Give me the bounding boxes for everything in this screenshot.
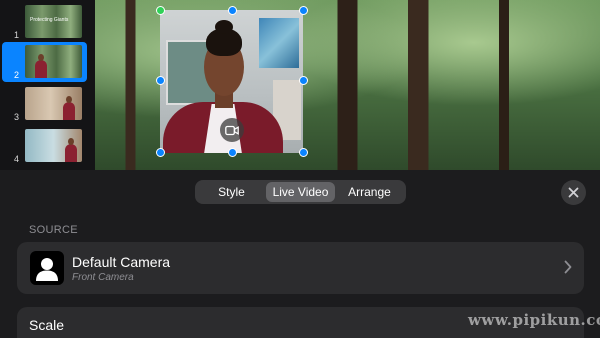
slide-number: 2 xyxy=(14,70,20,80)
presenter-thumbnail xyxy=(65,138,77,162)
resize-handle-right[interactable] xyxy=(299,76,308,85)
slide-number: 1 xyxy=(14,30,20,40)
slide-preview xyxy=(25,45,82,78)
resize-handle-left[interactable] xyxy=(156,76,165,85)
watermark: www.pipikun.com xyxy=(468,311,600,329)
slide-number: 3 xyxy=(14,112,20,122)
slide-preview: Protecting Giants xyxy=(25,5,82,38)
live-video-frame[interactable] xyxy=(160,10,303,153)
camera-name: Default Camera xyxy=(72,254,171,270)
source-section-label: SOURCE xyxy=(29,224,78,236)
resize-handle-bottom-right[interactable] xyxy=(299,148,308,157)
chevron-right-icon xyxy=(564,260,572,274)
presenter-hair-bun xyxy=(215,20,233,34)
slide-navigator[interactable]: 1 Protecting Giants 2 3 4 xyxy=(0,0,95,170)
presenter-thumbnail xyxy=(35,54,47,78)
person-icon xyxy=(30,251,64,285)
inspector-tabs: Style Live Video Arrange xyxy=(195,180,406,204)
slide-thumbnail-3[interactable]: 3 xyxy=(0,84,95,124)
resize-handle-top-right[interactable] xyxy=(299,6,308,15)
tab-arrange[interactable]: Arrange xyxy=(335,182,404,202)
slide-preview xyxy=(25,87,82,120)
close-button[interactable] xyxy=(561,180,586,205)
slide-thumbnail-1[interactable]: 1 Protecting Giants xyxy=(0,2,95,42)
camera-detail: Front Camera xyxy=(72,272,134,283)
scale-label: Scale xyxy=(29,317,65,333)
tab-live-video[interactable]: Live Video xyxy=(266,182,335,202)
camera-source-row[interactable]: Default Camera Front Camera xyxy=(17,242,584,294)
slide-thumbnail-2[interactable]: 2 xyxy=(2,42,87,82)
resize-handle-bottom[interactable] xyxy=(228,148,237,157)
tab-style[interactable]: Style xyxy=(197,182,266,202)
close-icon xyxy=(568,187,579,198)
slide-thumbnail-4[interactable]: 4 xyxy=(0,126,95,166)
slide-preview xyxy=(25,129,82,162)
presentation-area: 1 Protecting Giants 2 3 4 xyxy=(0,0,600,170)
background-map xyxy=(259,18,299,68)
video-camera-icon[interactable] xyxy=(220,118,244,142)
resize-handle-bottom-left[interactable] xyxy=(156,148,165,157)
resize-handle-top[interactable] xyxy=(228,6,237,15)
slide-caption: Protecting Giants xyxy=(30,17,69,23)
slide-number: 4 xyxy=(14,154,20,164)
presenter-thumbnail xyxy=(63,96,75,120)
rotation-handle[interactable] xyxy=(156,6,165,15)
